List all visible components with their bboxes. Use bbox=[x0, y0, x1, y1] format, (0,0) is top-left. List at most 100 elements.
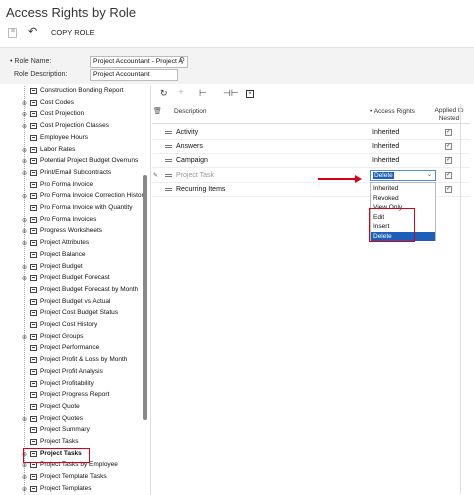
folder-icon bbox=[30, 88, 37, 94]
folder-icon bbox=[30, 439, 37, 445]
tree-item[interactable]: Project Profit & Loss by Month bbox=[0, 355, 150, 366]
tree-item[interactable]: ⊕ Cost Codes bbox=[0, 98, 150, 109]
applied-to-nested-checkbox[interactable]: ✓ bbox=[445, 186, 452, 193]
tree-item[interactable]: ⊕ Pro Forma Invoice Correction Histor bbox=[0, 191, 150, 202]
expand-icon[interactable]: ⊕ bbox=[22, 462, 27, 469]
expand-icon[interactable]: ⊕ bbox=[22, 158, 27, 165]
tree-item[interactable]: ⊕ Progress Worksheets bbox=[0, 226, 150, 237]
dropdown-option[interactable]: Revoked bbox=[371, 194, 435, 203]
tree-item[interactable]: ⊕ Labor Rates bbox=[0, 145, 150, 156]
save-icon[interactable] bbox=[8, 28, 17, 38]
role-name-field[interactable]: Project Accountant - Project A ⚲ bbox=[90, 56, 188, 68]
tree-item[interactable]: ⊕ Cost Projection bbox=[0, 109, 150, 120]
row-description: Campaign bbox=[176, 157, 208, 164]
tree-item-label: Construction Bonding Report bbox=[40, 87, 124, 94]
add-row-icon[interactable]: + bbox=[178, 87, 184, 98]
access-rights-select[interactable]: Delete ⌄ bbox=[370, 170, 436, 181]
tree-item[interactable]: Construction Bonding Report bbox=[0, 86, 150, 97]
drag-handle-icon[interactable] bbox=[165, 159, 172, 162]
tree-item[interactable]: ⊕ Project Budget Forecast bbox=[0, 273, 150, 284]
expand-icon[interactable]: ⊕ bbox=[22, 193, 27, 200]
tree-item-label: Potential Project Budget Overruns bbox=[40, 157, 139, 165]
tree-item[interactable]: Project Progress Report bbox=[0, 390, 150, 401]
tree-item[interactable]: Project Budget Forecast by Month bbox=[0, 285, 150, 296]
trash-icon[interactable]: 🗑 bbox=[153, 107, 162, 115]
table-row[interactable]: Activity Inherited ✓ bbox=[152, 126, 470, 140]
tree-item[interactable]: Project Summary bbox=[0, 425, 150, 436]
tree-item[interactable]: Project Cost History bbox=[0, 320, 150, 331]
expand-icon[interactable]: ⊕ bbox=[22, 147, 27, 154]
tree-item[interactable]: ⊕ Project Attributes bbox=[0, 238, 150, 249]
tree-item-label: Project Cost History bbox=[40, 321, 98, 328]
expand-icon[interactable]: ⊕ bbox=[22, 170, 27, 177]
tree-scrollbar[interactable] bbox=[143, 175, 147, 420]
drag-handle-icon[interactable] bbox=[165, 174, 172, 177]
role-description-field[interactable]: Project Accountant bbox=[90, 69, 178, 81]
drag-handle-icon[interactable] bbox=[165, 131, 172, 134]
search-icon[interactable]: ⚲ bbox=[179, 57, 185, 65]
tree-item[interactable]: ⊕ Project Templates bbox=[0, 484, 150, 495]
dropdown-option[interactable]: Inherited bbox=[371, 184, 435, 193]
tree-item[interactable]: ⊕ Print/Email Subcontracts bbox=[0, 168, 150, 179]
tree-item[interactable]: Project Profitability bbox=[0, 379, 150, 390]
tree-item[interactable]: ⊕ Pro Forma Invoices bbox=[0, 215, 150, 226]
column-access-rights[interactable]: • Access Rights bbox=[370, 108, 415, 115]
tree-item[interactable]: Project Tasks bbox=[0, 437, 150, 448]
expand-icon[interactable]: ⊕ bbox=[22, 275, 27, 282]
tree-item[interactable]: Project Cost Budget Status bbox=[0, 308, 150, 319]
upload-icon[interactable]: ⊢ bbox=[199, 88, 207, 99]
copy-role-button[interactable]: COPY ROLE bbox=[51, 28, 95, 37]
expand-icon[interactable]: ⊕ bbox=[22, 123, 27, 130]
tree-item[interactable]: ⊕ Project Budget bbox=[0, 262, 150, 273]
tree-item[interactable]: Project Quote bbox=[0, 402, 150, 413]
tree-item[interactable]: Project Profit Analysis bbox=[0, 367, 150, 378]
expand-icon[interactable]: ⊕ bbox=[22, 100, 27, 107]
expand-icon[interactable]: ⊕ bbox=[22, 474, 27, 481]
column-description[interactable]: Description bbox=[174, 108, 207, 115]
table-row[interactable]: Campaign Inherited ✓ bbox=[152, 154, 470, 168]
applied-to-nested-checkbox[interactable]: ✓ bbox=[445, 157, 452, 164]
applied-to-nested-checkbox[interactable]: ✓ bbox=[445, 172, 452, 179]
folder-icon bbox=[30, 99, 37, 106]
expand-icon[interactable]: ⊕ bbox=[22, 240, 27, 247]
tree-item[interactable]: Employee Hours bbox=[0, 133, 150, 144]
expand-icon[interactable]: ⊕ bbox=[22, 334, 27, 341]
tree-item[interactable]: ⊕ Project Template Tasks bbox=[0, 472, 150, 483]
tree-item-label: Project Quotes bbox=[40, 414, 83, 422]
refresh-icon[interactable]: ↻ bbox=[160, 88, 168, 99]
tree-item[interactable]: ⊕ Cost Projection Classes bbox=[0, 121, 150, 132]
export-excel-icon[interactable]: × bbox=[246, 90, 254, 98]
fit-columns-icon[interactable]: ⊣⊢ bbox=[223, 88, 239, 99]
tree-item[interactable]: ⊕ Potential Project Budget Overruns bbox=[0, 156, 150, 167]
tree-item[interactable]: ⊕ Project Groups bbox=[0, 332, 150, 343]
column-applied-to-nested[interactable]: Applied to Nested bbox=[430, 107, 468, 123]
chevron-down-icon[interactable]: ⌄ bbox=[427, 171, 432, 178]
tree-item-label: Cost Projection bbox=[40, 110, 85, 118]
tree-item[interactable]: Project Budget vs Actual bbox=[0, 297, 150, 308]
expand-icon[interactable]: ⊕ bbox=[22, 228, 27, 235]
tree-item[interactable]: ⊕ Project Quotes bbox=[0, 414, 150, 425]
folder-icon bbox=[30, 392, 37, 399]
tree-item-label: Project Budget Forecast bbox=[40, 274, 110, 282]
expand-icon[interactable]: ⊕ bbox=[22, 486, 27, 493]
applied-to-nested-checkbox[interactable]: ✓ bbox=[445, 129, 452, 136]
tree-item[interactable]: Pro Forma Invoice bbox=[0, 180, 150, 191]
panel-divider[interactable] bbox=[150, 86, 151, 495]
row-access-rights[interactable]: Inherited bbox=[372, 129, 399, 136]
expand-icon[interactable]: ⊕ bbox=[22, 416, 27, 423]
drag-handle-icon[interactable] bbox=[165, 188, 172, 191]
tree-item[interactable]: Pro Forma Invoice with Quantity bbox=[0, 203, 150, 214]
undo-icon[interactable]: ↶ bbox=[28, 25, 37, 38]
expand-icon[interactable]: ⊕ bbox=[22, 264, 27, 271]
row-access-rights[interactable]: Inherited bbox=[372, 143, 399, 150]
folder-icon bbox=[30, 286, 37, 293]
tree-item-label: Progress Worksheets bbox=[40, 227, 103, 235]
expand-icon[interactable]: ⊕ bbox=[22, 111, 27, 118]
applied-to-nested-checkbox[interactable]: ✓ bbox=[445, 143, 452, 150]
drag-handle-icon[interactable] bbox=[165, 145, 172, 148]
tree-item[interactable]: Project Performance bbox=[0, 343, 150, 354]
tree-item[interactable]: Project Balance bbox=[0, 250, 150, 261]
expand-icon[interactable]: ⊕ bbox=[22, 217, 27, 224]
table-row[interactable]: Answers Inherited ✓ bbox=[152, 140, 470, 154]
row-access-rights[interactable]: Inherited bbox=[372, 157, 399, 164]
